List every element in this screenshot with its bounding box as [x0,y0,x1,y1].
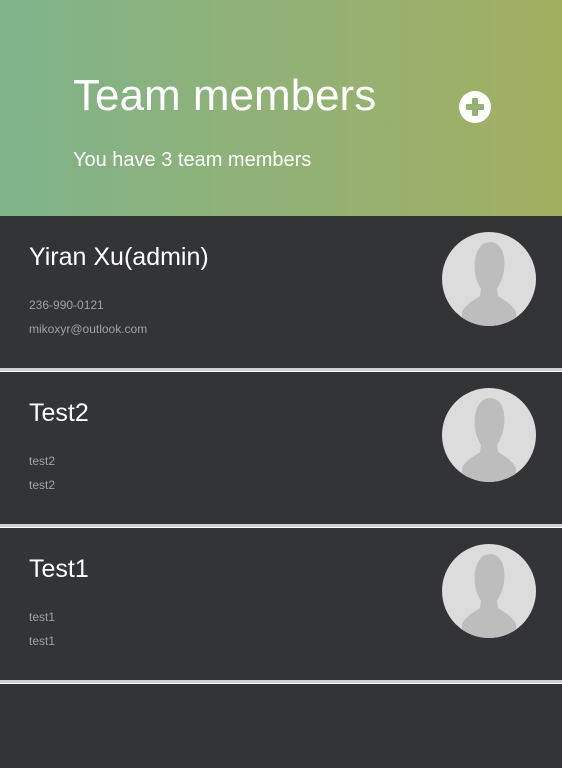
member-card[interactable]: Test1 test1 test1 [0,528,562,684]
member-email: test1 [29,634,56,648]
member-list: Yiran Xu(admin) 236-990-0121 mikoxyr@out… [0,216,562,684]
team-members-page: Team members You have 3 team members Yir… [0,0,562,768]
member-phone: 236-990-0121 [29,298,104,312]
member-card[interactable]: Yiran Xu(admin) 236-990-0121 mikoxyr@out… [0,216,562,372]
member-phone: test1 [29,610,56,624]
default-avatar-icon [442,388,536,482]
member-email: test2 [29,478,56,492]
default-avatar-icon [442,232,536,326]
page-title: Team members [73,71,377,120]
add-member-button[interactable] [459,91,491,123]
member-name: Yiran Xu(admin) [29,243,209,271]
member-name: Test1 [29,555,89,583]
member-count-text: You have 3 team members [73,149,312,171]
member-card[interactable]: Test2 test2 test2 [0,372,562,528]
member-email: mikoxyr@outlook.com [29,322,148,336]
default-avatar-icon [442,544,536,638]
member-phone: test2 [29,454,56,468]
page-header: Team members You have 3 team members [0,0,562,216]
member-name: Test2 [29,399,89,427]
